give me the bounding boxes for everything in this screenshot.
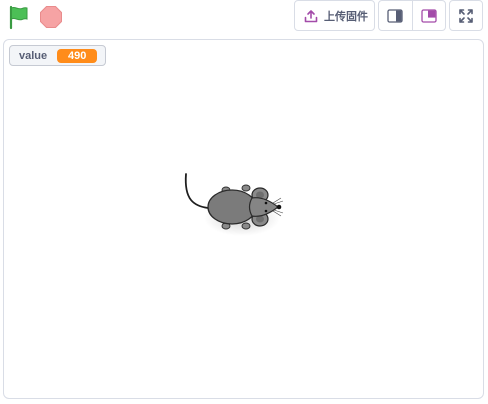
variable-monitor[interactable]: value 490: [9, 45, 107, 66]
variable-value: 490: [57, 48, 98, 63]
stage-layout-toggle: [378, 0, 446, 31]
large-stage-icon: [421, 8, 437, 23]
upload-firmware-button[interactable]: 上传固件: [294, 0, 375, 31]
large-stage-button[interactable]: [411, 1, 446, 30]
fullscreen-button[interactable]: [449, 0, 483, 31]
variable-name: value: [19, 49, 48, 62]
small-stage-icon: [387, 8, 403, 23]
fullscreen-icon: [459, 8, 473, 23]
upload-firmware-label: 上传固件: [324, 10, 368, 23]
green-flag-icon: [9, 5, 28, 30]
stage[interactable]: value 490: [3, 39, 484, 399]
stop-sign-icon: [40, 6, 62, 28]
toolbar: 上传固件: [0, 0, 488, 36]
mouse-sprite[interactable]: [180, 170, 290, 240]
small-stage-button[interactable]: [379, 1, 412, 30]
upload-icon: [304, 9, 318, 23]
stop-button[interactable]: [38, 4, 64, 30]
green-flag-button[interactable]: [6, 4, 32, 30]
